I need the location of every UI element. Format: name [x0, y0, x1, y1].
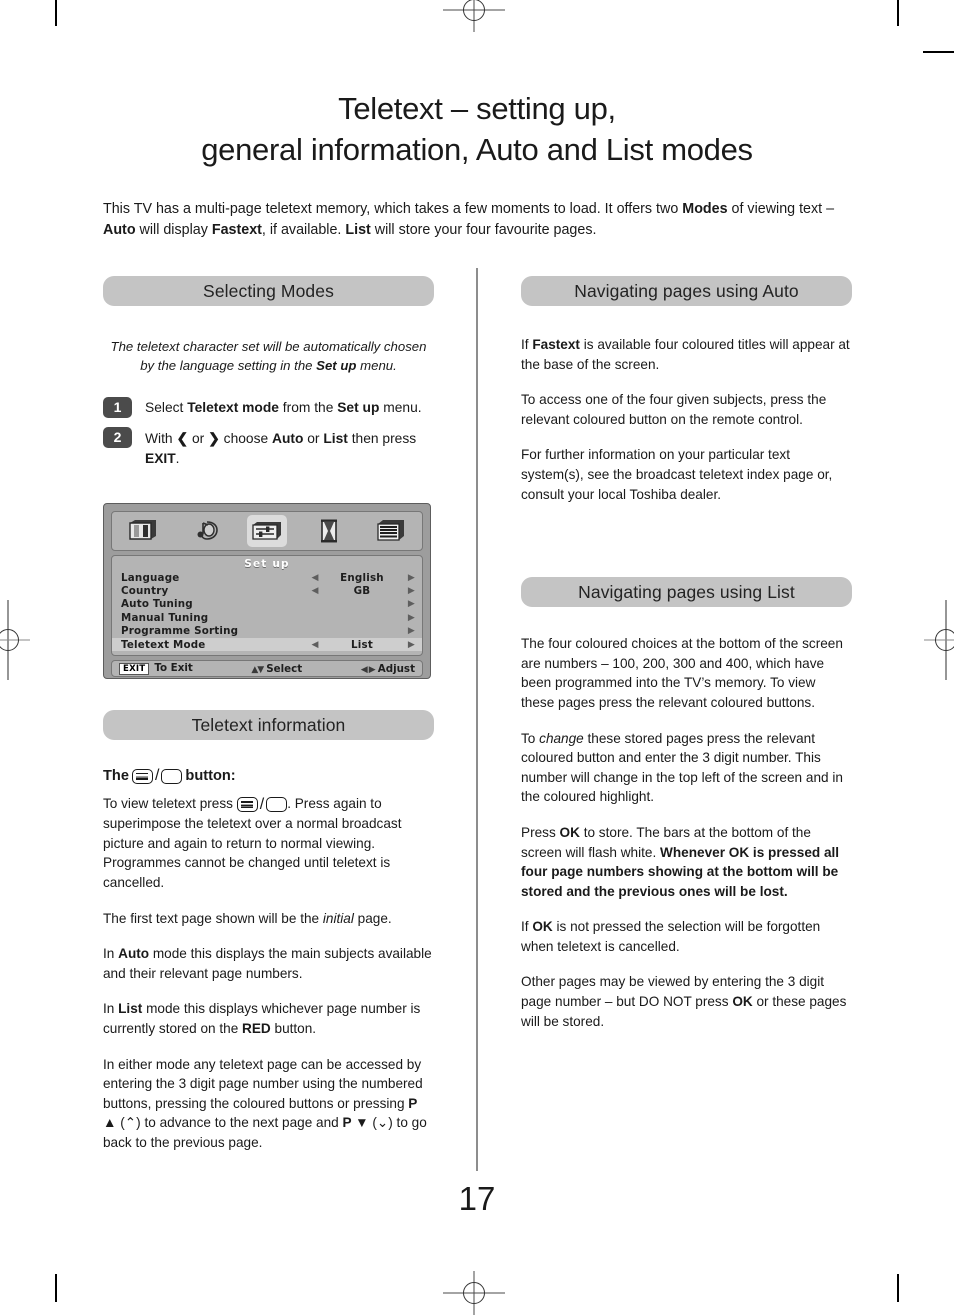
right-arrow-icon[interactable]: ▶: [399, 586, 415, 596]
setup-icon: [247, 515, 287, 547]
paragraph: Other pages may be viewed by entering th…: [521, 974, 847, 1029]
osd-icon-bar: [111, 511, 423, 551]
registration-mark-left: [0, 600, 30, 680]
paragraph: If OK is not pressed the selection will …: [521, 919, 821, 954]
right-arrow-icon[interactable]: ▶: [399, 640, 415, 650]
osd-row-teletext-mode[interactable]: Teletext Mode ◀ List ▶: [112, 637, 422, 652]
osd-exit-hint: EXIT To Exit: [119, 662, 193, 675]
section-heading-selecting-modes: Selecting Modes: [103, 276, 434, 306]
right-column: Navigating pages using Auto If Fastext i…: [521, 276, 852, 1031]
blank-button-icon: [161, 768, 183, 784]
osd-row-label: Language: [121, 571, 180, 584]
paragraph: The first text page shown will be the in…: [103, 910, 392, 926]
exit-key-chip: EXIT: [119, 663, 150, 675]
updown-arrows-icon: ▲▼: [251, 664, 264, 675]
teletext-button-glyph: /: [131, 767, 183, 785]
step-item: 1 Select Teletext mode from the Set up m…: [103, 397, 434, 418]
osd-row-auto-tuning[interactable]: Auto Tuning ▶: [112, 598, 422, 611]
slash-separator: /: [154, 767, 160, 784]
paragraph: To change these stored pages press the r…: [521, 730, 843, 805]
paragraph: In Auto mode this displays the main subj…: [103, 946, 432, 981]
teletext-button-subheading: The / button:: [103, 767, 434, 785]
osd-adjust-hint: ◀ ▶ Adjust: [361, 663, 415, 675]
osd-select-hint: ▲▼ Select: [193, 663, 361, 675]
osd-row-value: GB: [353, 585, 371, 598]
left-column: Selecting Modes The teletext character s…: [103, 276, 434, 1153]
paragraph: To access one of the four given subjects…: [521, 392, 827, 427]
osd-footer-hints: EXIT To Exit ▲▼ Select ◀ ▶ Adjust: [111, 660, 423, 677]
section-heading-teletext-information: Teletext information: [103, 710, 434, 740]
registration-mark-top: [443, 0, 505, 32]
osd-row-label: Teletext Mode: [121, 638, 206, 651]
sound-icon: [185, 515, 225, 547]
osd-menu-title: Set up: [244, 558, 290, 570]
osd-menu-list: Set up Language ◀ English ▶ Country ◀ GB…: [111, 555, 423, 656]
section-heading-navigating-list: Navigating pages using List: [521, 577, 852, 608]
paragraph: In either mode any teletext page can be …: [103, 1056, 427, 1151]
osd-row-label: Manual Tuning: [121, 611, 209, 624]
paragraph: For further information on your particul…: [521, 447, 833, 502]
right-arrow-icon[interactable]: ▶: [399, 599, 415, 609]
paragraph: Press OK to store. The bars at the botto…: [521, 824, 840, 899]
leftright-arrows-icon: ◀ ▶: [360, 664, 376, 675]
picture-icon: [123, 515, 163, 547]
osd-row-label: Country: [121, 585, 169, 598]
osd-row-label: Auto Tuning: [121, 598, 193, 611]
subhead-suffix: button:: [185, 768, 236, 784]
osd-row-language[interactable]: Language ◀ English ▶: [112, 571, 422, 584]
page-title-line2: general information, Auto and List modes: [201, 132, 753, 167]
step-badge: 1: [103, 397, 132, 418]
select-hint-label: Select: [266, 662, 303, 675]
paragraph: If Fastext is available four coloured ti…: [521, 337, 850, 372]
page-title-line1: Teletext – setting up,: [338, 91, 616, 126]
osd-row-value: List: [351, 638, 373, 651]
timer-icon: [309, 515, 349, 547]
intro-paragraph: This TV has a multi-page teletext memory…: [103, 201, 835, 238]
step-badge: 2: [103, 427, 132, 448]
left-arrow-icon[interactable]: ◀: [305, 573, 325, 583]
steps-list: 1 Select Teletext mode from the Set up m…: [103, 397, 434, 469]
document-page: Teletext – setting up, general informati…: [0, 0, 954, 1315]
crop-mark-top-right: [897, 0, 899, 26]
right-arrow-icon[interactable]: ▶: [399, 626, 415, 636]
paragraph: In List mode this displays whichever pag…: [103, 1001, 421, 1037]
left-arrow-icon[interactable]: ◀: [305, 640, 325, 650]
step-text: With ❮ or ❯ choose Auto or List then pre…: [145, 430, 417, 466]
character-set-note: The teletext character set will be autom…: [110, 339, 427, 373]
registration-mark-bottom: [443, 1271, 505, 1315]
left-arrow-icon[interactable]: ◀: [305, 586, 325, 596]
teletext-icon: [131, 768, 153, 784]
step-item: 2 With ❮ or ❯ choose Auto or List then p…: [103, 427, 434, 469]
exit-hint-label: To Exit: [154, 662, 193, 674]
osd-row-country[interactable]: Country ◀ GB ▶: [112, 584, 422, 597]
features-icon: [371, 515, 411, 547]
crop-mark-top-left: [55, 0, 57, 26]
crop-mark-right-top: [923, 51, 954, 53]
crop-mark-bottom-left: [55, 1274, 57, 1302]
subhead-prefix: The: [103, 768, 129, 784]
page-title: Teletext – setting up, general informati…: [77, 88, 877, 170]
osd-setup-menu-screenshot: Set up Language ◀ English ▶ Country ◀ GB…: [103, 503, 431, 679]
registration-mark-right: [924, 600, 954, 680]
step-text: Select Teletext mode from the Set up men…: [145, 400, 422, 415]
right-arrow-icon[interactable]: ▶: [399, 573, 415, 583]
crop-mark-bottom-right: [897, 1274, 899, 1302]
section-heading-navigating-auto: Navigating pages using Auto: [521, 276, 852, 306]
osd-row-programme-sorting[interactable]: Programme Sorting ▶: [112, 625, 422, 638]
osd-row-manual-tuning[interactable]: Manual Tuning ▶: [112, 611, 422, 624]
adjust-hint-label: Adjust: [377, 662, 415, 675]
column-divider: [476, 268, 478, 1171]
osd-row-label: Programme Sorting: [121, 625, 239, 638]
right-arrow-icon[interactable]: ▶: [399, 613, 415, 623]
page-number: 17: [458, 1180, 496, 1217]
paragraph: The four coloured choices at the bottom …: [521, 636, 843, 710]
paragraph: To view teletext press /. Press again to…: [103, 795, 402, 891]
osd-row-value: English: [340, 571, 384, 584]
